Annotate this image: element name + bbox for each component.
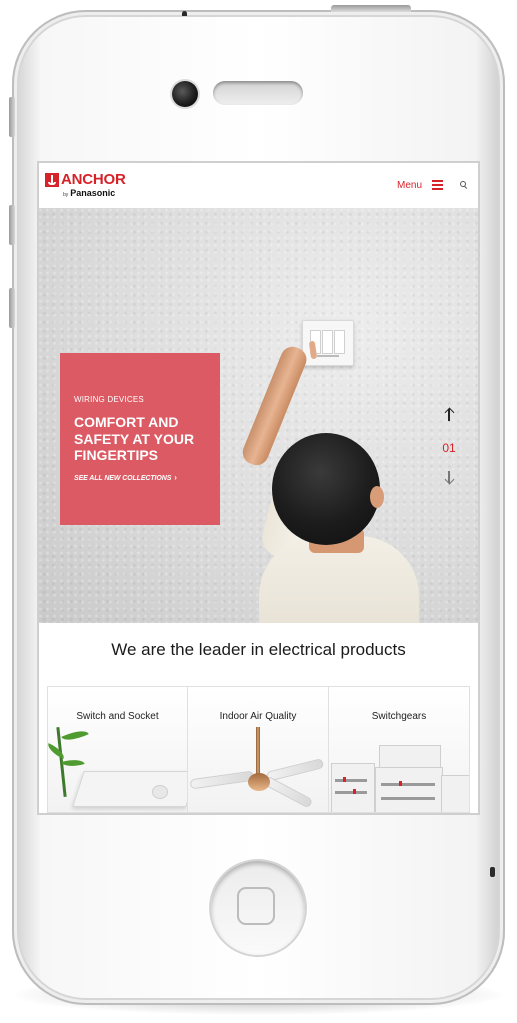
volume-up-button — [9, 205, 15, 245]
switchgear-box-image — [379, 745, 441, 769]
category-label: Switchgears — [371, 711, 427, 722]
child-head-image — [272, 433, 380, 545]
hero-eyebrow: WIRING DEVICES — [74, 395, 144, 404]
anchor-icon — [45, 172, 59, 187]
side-marker — [490, 867, 495, 877]
child-ear-image — [370, 486, 384, 508]
leaf-image — [48, 743, 67, 759]
front-camera — [172, 81, 198, 107]
slide-number: 01 — [442, 441, 456, 455]
category-indoor-air-quality[interactable]: Indoor Air Quality — [188, 686, 329, 813]
volume-down-button — [9, 288, 15, 328]
brand-subline: by Panasonic — [63, 188, 126, 200]
fan-blade-image — [262, 775, 314, 809]
arrow-down-icon[interactable] — [442, 470, 456, 485]
earpiece-speaker — [213, 81, 303, 105]
breaker-row — [335, 779, 367, 782]
breaker-indicator — [353, 789, 356, 794]
anchor-logo[interactable]: ANCHOR by Panasonic — [45, 172, 126, 200]
socket-plate-image — [72, 771, 187, 807]
see-all-collections-link[interactable]: SEE ALL NEW COLLECTIONS › — [74, 473, 177, 482]
brand-by: by — [63, 192, 69, 198]
leaf-image — [61, 756, 85, 770]
breaker-row — [335, 791, 367, 794]
fan-hub-image — [248, 773, 270, 791]
distribution-board-image — [331, 763, 375, 812]
socket-knob-image — [152, 785, 168, 799]
power-button — [331, 5, 411, 12]
see-all-collections-label: SEE ALL NEW COLLECTIONS — [74, 475, 172, 482]
home-button-square-icon — [237, 887, 275, 925]
fan-blade-image — [189, 770, 255, 790]
switchgear-panel-image — [441, 775, 469, 812]
distribution-board-image — [375, 767, 443, 812]
hero-card: WIRING DEVICES COMFORT AND SAFETY AT YOU… — [60, 353, 220, 525]
breaker-row — [381, 783, 435, 786]
breaker-indicator — [399, 781, 402, 786]
category-label: Indoor Air Quality — [219, 711, 297, 722]
phone-screen: ANCHOR by Panasonic Menu WIRING DEVICES C… — [39, 163, 478, 813]
mute-switch-top — [182, 11, 187, 16]
menu-button-label[interactable]: Menu — [397, 180, 422, 191]
category-switch-and-socket[interactable]: Switch and Socket — [47, 686, 188, 813]
brand-parent: Panasonic — [70, 188, 116, 198]
chevron-right-icon: › — [174, 473, 177, 482]
arrow-up-icon[interactable] — [442, 407, 456, 422]
breaker-row — [381, 797, 435, 800]
leader-heading: We are the leader in electrical products — [111, 640, 406, 659]
search-icon[interactable] — [460, 181, 468, 189]
mute-switch — [9, 97, 15, 137]
category-grid: Switch and Socket Indoor Air Quality Swi… — [47, 686, 470, 813]
fan-rod-image — [256, 727, 260, 777]
category-switchgears[interactable]: Switchgears — [329, 686, 470, 813]
site-header: ANCHOR by Panasonic Menu — [39, 163, 478, 209]
hamburger-icon[interactable] — [432, 180, 443, 190]
leaf-image — [61, 725, 89, 746]
breaker-indicator — [343, 777, 346, 782]
brand-name: ANCHOR — [61, 171, 126, 188]
hero-slider: WIRING DEVICES COMFORT AND SAFETY AT YOU… — [39, 208, 478, 623]
hero-title: COMFORT AND SAFETY AT YOUR FINGERTIPS — [74, 414, 195, 463]
category-label: Switch and Socket — [76, 711, 159, 722]
